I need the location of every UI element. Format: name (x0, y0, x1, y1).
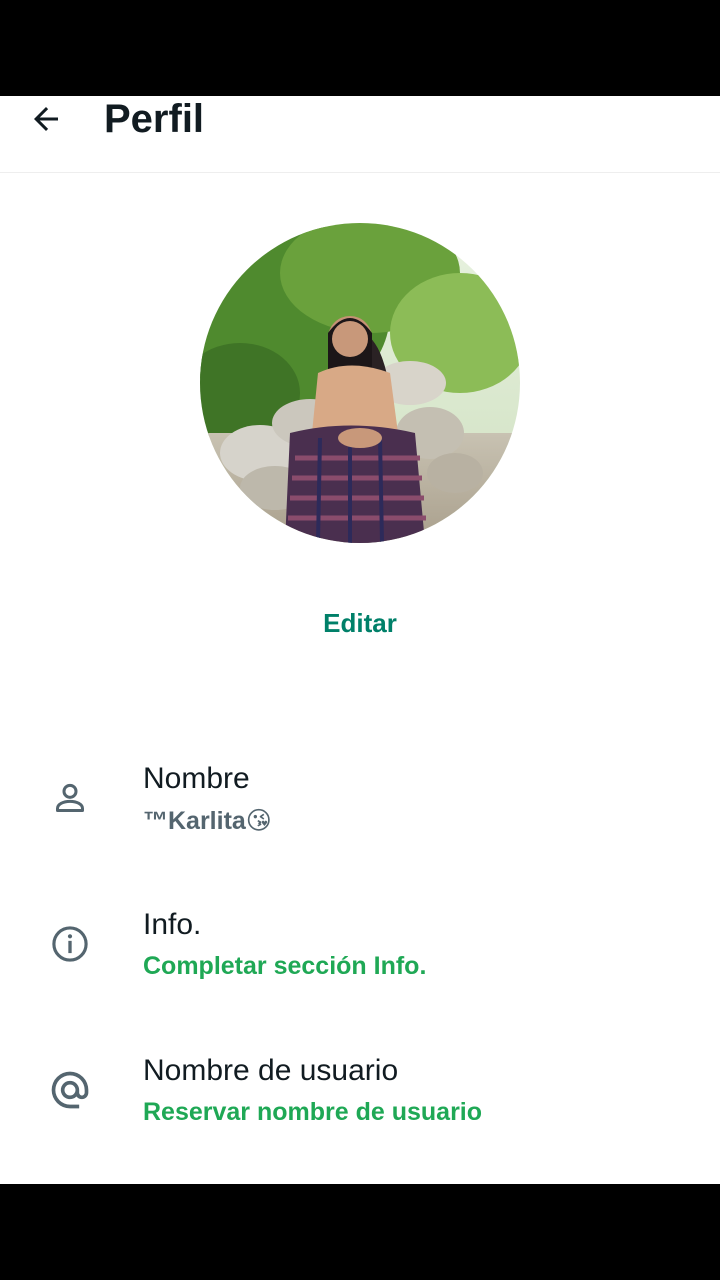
profile-photo[interactable] (200, 223, 520, 543)
info-value-link[interactable]: Completar sección Info. (143, 952, 426, 981)
name-row[interactable]: Nombre ™Karlita😘 (0, 746, 720, 856)
username-value-link[interactable]: Reservar nombre de usuario (143, 1098, 482, 1127)
page-title: Perfil (104, 97, 205, 141)
app-bar: Perfil (0, 96, 720, 173)
profile-screen: Perfil Editar Nombre ™Karlita😘 Info. Com… (0, 96, 720, 1184)
name-value: ™Karlita😘 (143, 807, 272, 835)
person-icon (46, 774, 94, 822)
info-row[interactable]: Info. Completar sección Info. (0, 892, 720, 1002)
status-bar-area (0, 0, 720, 96)
arrow-left-icon (34, 107, 58, 131)
navigation-bar-area (0, 1184, 720, 1280)
username-label: Nombre de usuario (143, 1054, 399, 1087)
name-label: Nombre (143, 762, 250, 795)
profile-photo-image (200, 223, 520, 543)
username-row[interactable]: Nombre de usuario Reservar nombre de usu… (0, 1038, 720, 1148)
info-label: Info. (143, 908, 202, 941)
info-icon (46, 920, 94, 968)
at-sign-icon (46, 1066, 94, 1114)
back-button[interactable] (22, 96, 70, 142)
edit-photo-button[interactable]: Editar (0, 608, 720, 639)
